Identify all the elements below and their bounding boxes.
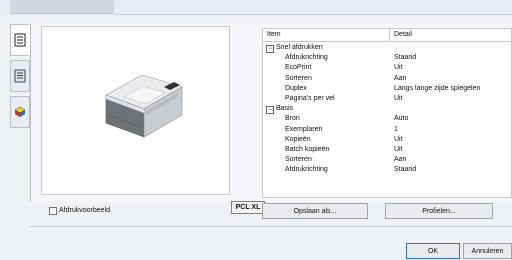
table-group-row[interactable]: − Basis — [263, 104, 511, 115]
ok-button[interactable]: OK — [406, 243, 460, 259]
collapse-toggle-icon[interactable]: − — [266, 45, 274, 53]
setting-value: Staand — [394, 54, 417, 62]
top-divider — [115, 14, 512, 15]
preview-checkbox-label: Afdrukvoorbeeld — [59, 207, 110, 214]
table-row[interactable]: Batch kopieën Uit — [263, 145, 511, 155]
settings-table[interactable]: Item Detail − Snel afdrukken Afdrukrichtin… — [262, 28, 512, 198]
top-tab[interactable] — [10, 0, 114, 14]
setting-value: Auto — [394, 115, 409, 123]
setting-name: Afdrukrichting — [285, 54, 328, 62]
side-tab-basic[interactable] — [10, 60, 30, 92]
table-row[interactable]: Pagina's per vel Uit — [263, 94, 511, 104]
printer-document-icon — [14, 33, 26, 47]
table-group-row[interactable]: − Snel afdrukken — [263, 43, 511, 53]
column-header-detail: Detail — [394, 31, 412, 38]
setting-name: Sorteren — [285, 74, 312, 82]
side-tab-color[interactable] — [10, 96, 30, 128]
pdl-badge: PCL XL — [231, 201, 265, 214]
setting-value: Uit — [394, 64, 403, 72]
setting-value: Uit — [394, 146, 403, 153]
table-row[interactable]: Sorteren Aan — [263, 155, 511, 165]
table-row[interactable]: Duplex Langs lange zijde spiegelen — [263, 84, 511, 94]
side-tab-quick-print[interactable] — [10, 24, 30, 56]
footer-divider — [30, 226, 512, 227]
collapse-toggle-icon[interactable]: − — [266, 106, 274, 115]
setting-name: Kopieën — [285, 135, 311, 143]
group-label: Snel afdrukken — [276, 44, 323, 51]
table-row[interactable]: EcoPrint Uit — [263, 63, 511, 73]
table-row[interactable]: Sorteren Aan — [263, 74, 511, 84]
printer-image — [105, 74, 183, 138]
setting-value: Staand — [394, 166, 417, 174]
save-as-button[interactable]: Opslaan als... — [262, 203, 368, 219]
table-header: Item Detail — [263, 29, 511, 42]
column-separator — [389, 29, 390, 41]
setting-name: Bron — [285, 115, 300, 123]
setting-name: Sorteren — [285, 156, 312, 164]
preview-checkbox[interactable] — [49, 207, 57, 215]
setting-name: Batch kopieën — [285, 146, 330, 153]
table-row[interactable]: Bron Auto — [263, 114, 511, 124]
setting-name: Exemplaren — [285, 125, 323, 133]
column-header-item: Item — [267, 31, 281, 38]
table-row[interactable]: Exemplaren 1 — [263, 125, 511, 135]
setting-value: Uit — [394, 135, 403, 143]
setting-value: Aan — [394, 74, 407, 82]
printer-preview: PCL XL — [41, 26, 265, 214]
cancel-button[interactable]: Annuleren — [463, 243, 512, 259]
group-label: Basis — [276, 105, 294, 113]
document-list-icon — [14, 69, 26, 83]
setting-name: EcoPrint — [285, 64, 312, 72]
setting-value: Langs lange zijde spiegelen — [394, 84, 481, 92]
table-row[interactable]: Kopieën Uit — [263, 135, 511, 145]
setting-name: Afdrukrichting — [285, 166, 328, 174]
setting-name: Pagina's per vel — [285, 95, 335, 102]
setting-value: 1 — [394, 125, 398, 133]
color-cube-icon — [14, 106, 26, 117]
setting-name: Duplex — [285, 84, 307, 92]
setting-value: Uit — [394, 95, 403, 102]
profiles-button[interactable]: Profielen... — [385, 203, 493, 219]
table-row[interactable]: Afdrukrichting Staand — [263, 53, 511, 63]
table-row[interactable]: Afdrukrichting Staand — [263, 165, 511, 175]
setting-value: Aan — [394, 156, 407, 164]
